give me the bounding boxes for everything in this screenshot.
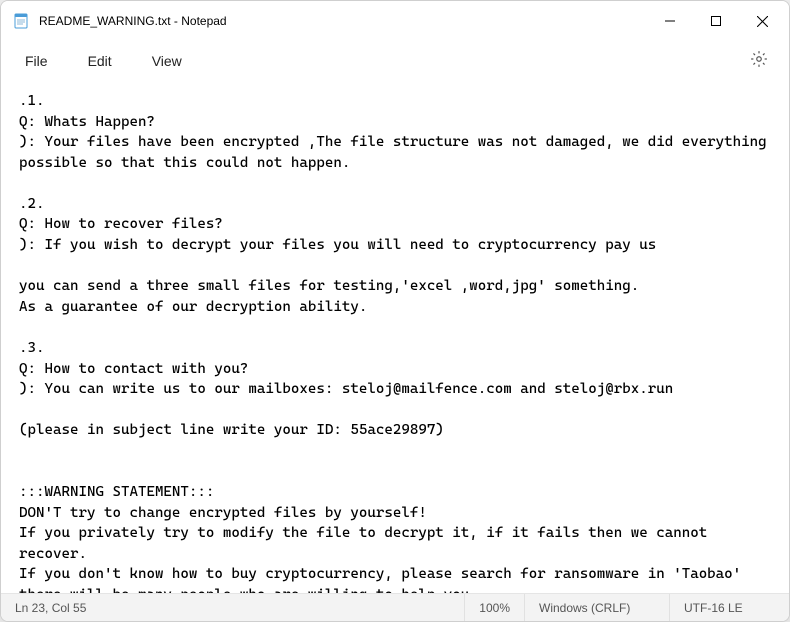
menu-edit[interactable]: Edit [72, 47, 128, 75]
status-line-ending: Windows (CRLF) [524, 594, 669, 621]
notepad-icon [13, 13, 29, 29]
status-position: Ln 23, Col 55 [1, 594, 100, 621]
notepad-window: README_WARNING.txt - Notepad File Edit V… [0, 0, 790, 622]
menu-file[interactable]: File [9, 47, 64, 75]
settings-button[interactable] [741, 43, 777, 79]
content-area: .1. Q: Whats Happen? ): Your files have … [1, 81, 789, 593]
text-editor[interactable]: .1. Q: Whats Happen? ): Your files have … [19, 91, 771, 585]
statusbar: Ln 23, Col 55 100% Windows (CRLF) UTF-16… [1, 593, 789, 621]
menubar: File Edit View [1, 41, 789, 81]
maximize-button[interactable] [693, 1, 739, 41]
titlebar[interactable]: README_WARNING.txt - Notepad [1, 1, 789, 41]
gear-icon [750, 50, 768, 73]
status-encoding: UTF-16 LE [669, 594, 789, 621]
close-button[interactable] [739, 1, 785, 41]
menu-view[interactable]: View [136, 47, 198, 75]
window-controls [647, 1, 785, 41]
minimize-button[interactable] [647, 1, 693, 41]
status-zoom[interactable]: 100% [464, 594, 524, 621]
window-title: README_WARNING.txt - Notepad [39, 14, 227, 28]
